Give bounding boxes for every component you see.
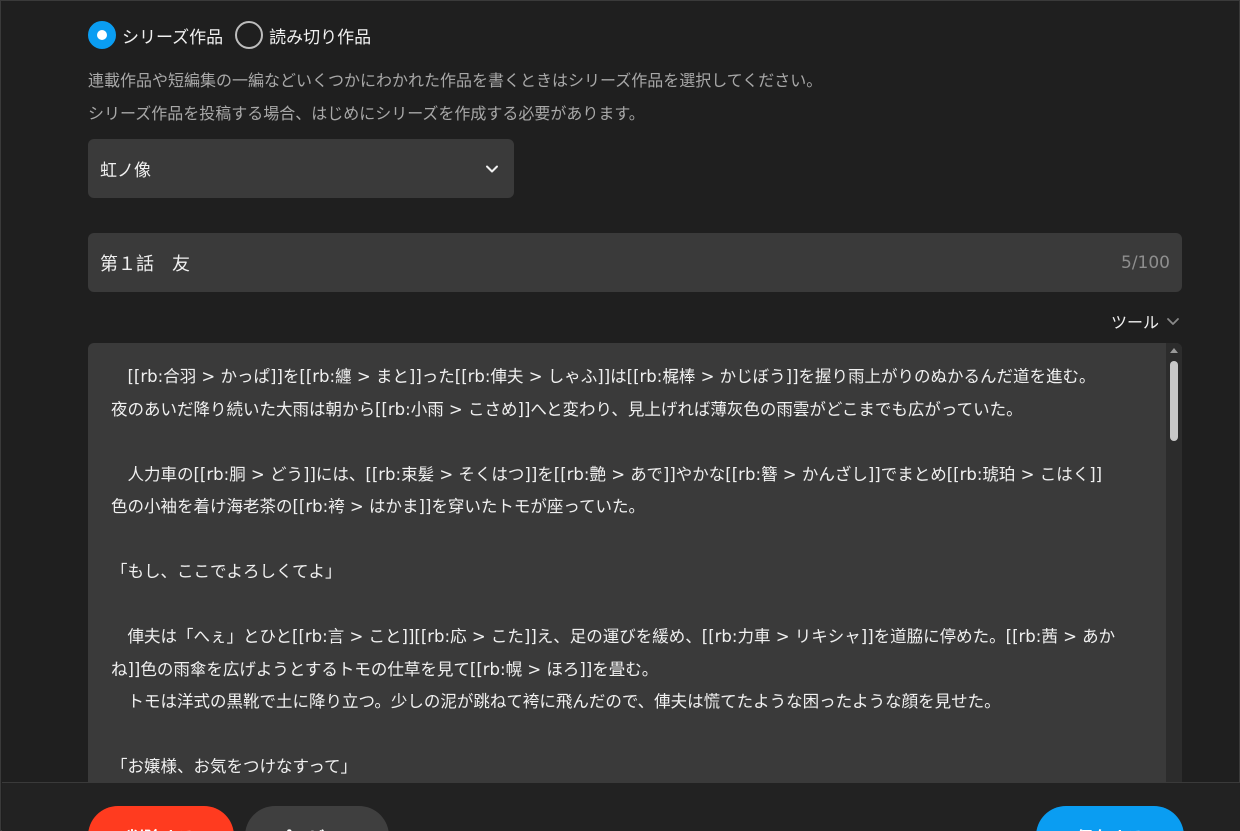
radio-series-label: シリーズ作品 — [122, 27, 224, 48]
title-char-counter: 5/100 — [1121, 252, 1170, 273]
preview-button[interactable]: プレビュー — [245, 806, 389, 831]
chevron-down-icon — [486, 165, 498, 172]
body-text[interactable]: [[rb:合羽 > かっぱ]]を[[rb:纏 > まと]]った[[rb:俥夫 >… — [111, 361, 1151, 783]
radio-series-work[interactable]: シリーズ作品 — [88, 21, 223, 49]
editor-page: シリーズ作品 読み切り作品 連載作品や短編集の一編などいくつかにわかれた作品を書… — [0, 0, 1240, 831]
episode-title-field[interactable]: 5/100 — [88, 233, 1182, 292]
editor-scrollbar[interactable] — [1166, 343, 1182, 783]
radio-unchecked-icon[interactable] — [235, 21, 264, 49]
tools-toggle[interactable]: ツール — [1111, 309, 1181, 333]
radio-oneshot-label: 読み切り作品 — [269, 27, 372, 48]
delete-button[interactable]: 削除する — [88, 806, 234, 831]
scroll-up-arrow-icon[interactable] — [1170, 348, 1178, 353]
chevron-down-icon — [1167, 318, 1179, 325]
episode-title-input[interactable] — [100, 252, 1000, 273]
series-select[interactable]: 虹ノ像 — [88, 139, 514, 198]
save-button[interactable]: 保存する — [1036, 806, 1184, 831]
tools-label: ツール — [1110, 313, 1159, 332]
series-select-value: 虹ノ像 — [100, 161, 151, 181]
scroll-thumb[interactable] — [1170, 361, 1178, 441]
help-line-2: シリーズ作品を投稿する場合、はじめにシリーズを作成する必要があります。 — [88, 104, 645, 123]
work-type-radio-group: シリーズ作品 読み切り作品 — [88, 21, 371, 49]
radio-oneshot-work[interactable]: 読み切り作品 — [235, 21, 371, 49]
series-help-text: 連載作品や短編集の一編などいくつかにわかれた作品を書くときはシリーズ作品を選択し… — [88, 64, 1178, 130]
radio-checked-icon[interactable] — [88, 21, 116, 49]
help-line-1: 連載作品や短編集の一編などいくつかにわかれた作品を書くときはシリーズ作品を選択し… — [88, 71, 823, 90]
action-bar: 削除する プレビュー 保存する — [2, 782, 1240, 831]
body-text-editor[interactable]: [[rb:合羽 > かっぱ]]を[[rb:纏 > まと]]った[[rb:俥夫 >… — [88, 343, 1182, 783]
